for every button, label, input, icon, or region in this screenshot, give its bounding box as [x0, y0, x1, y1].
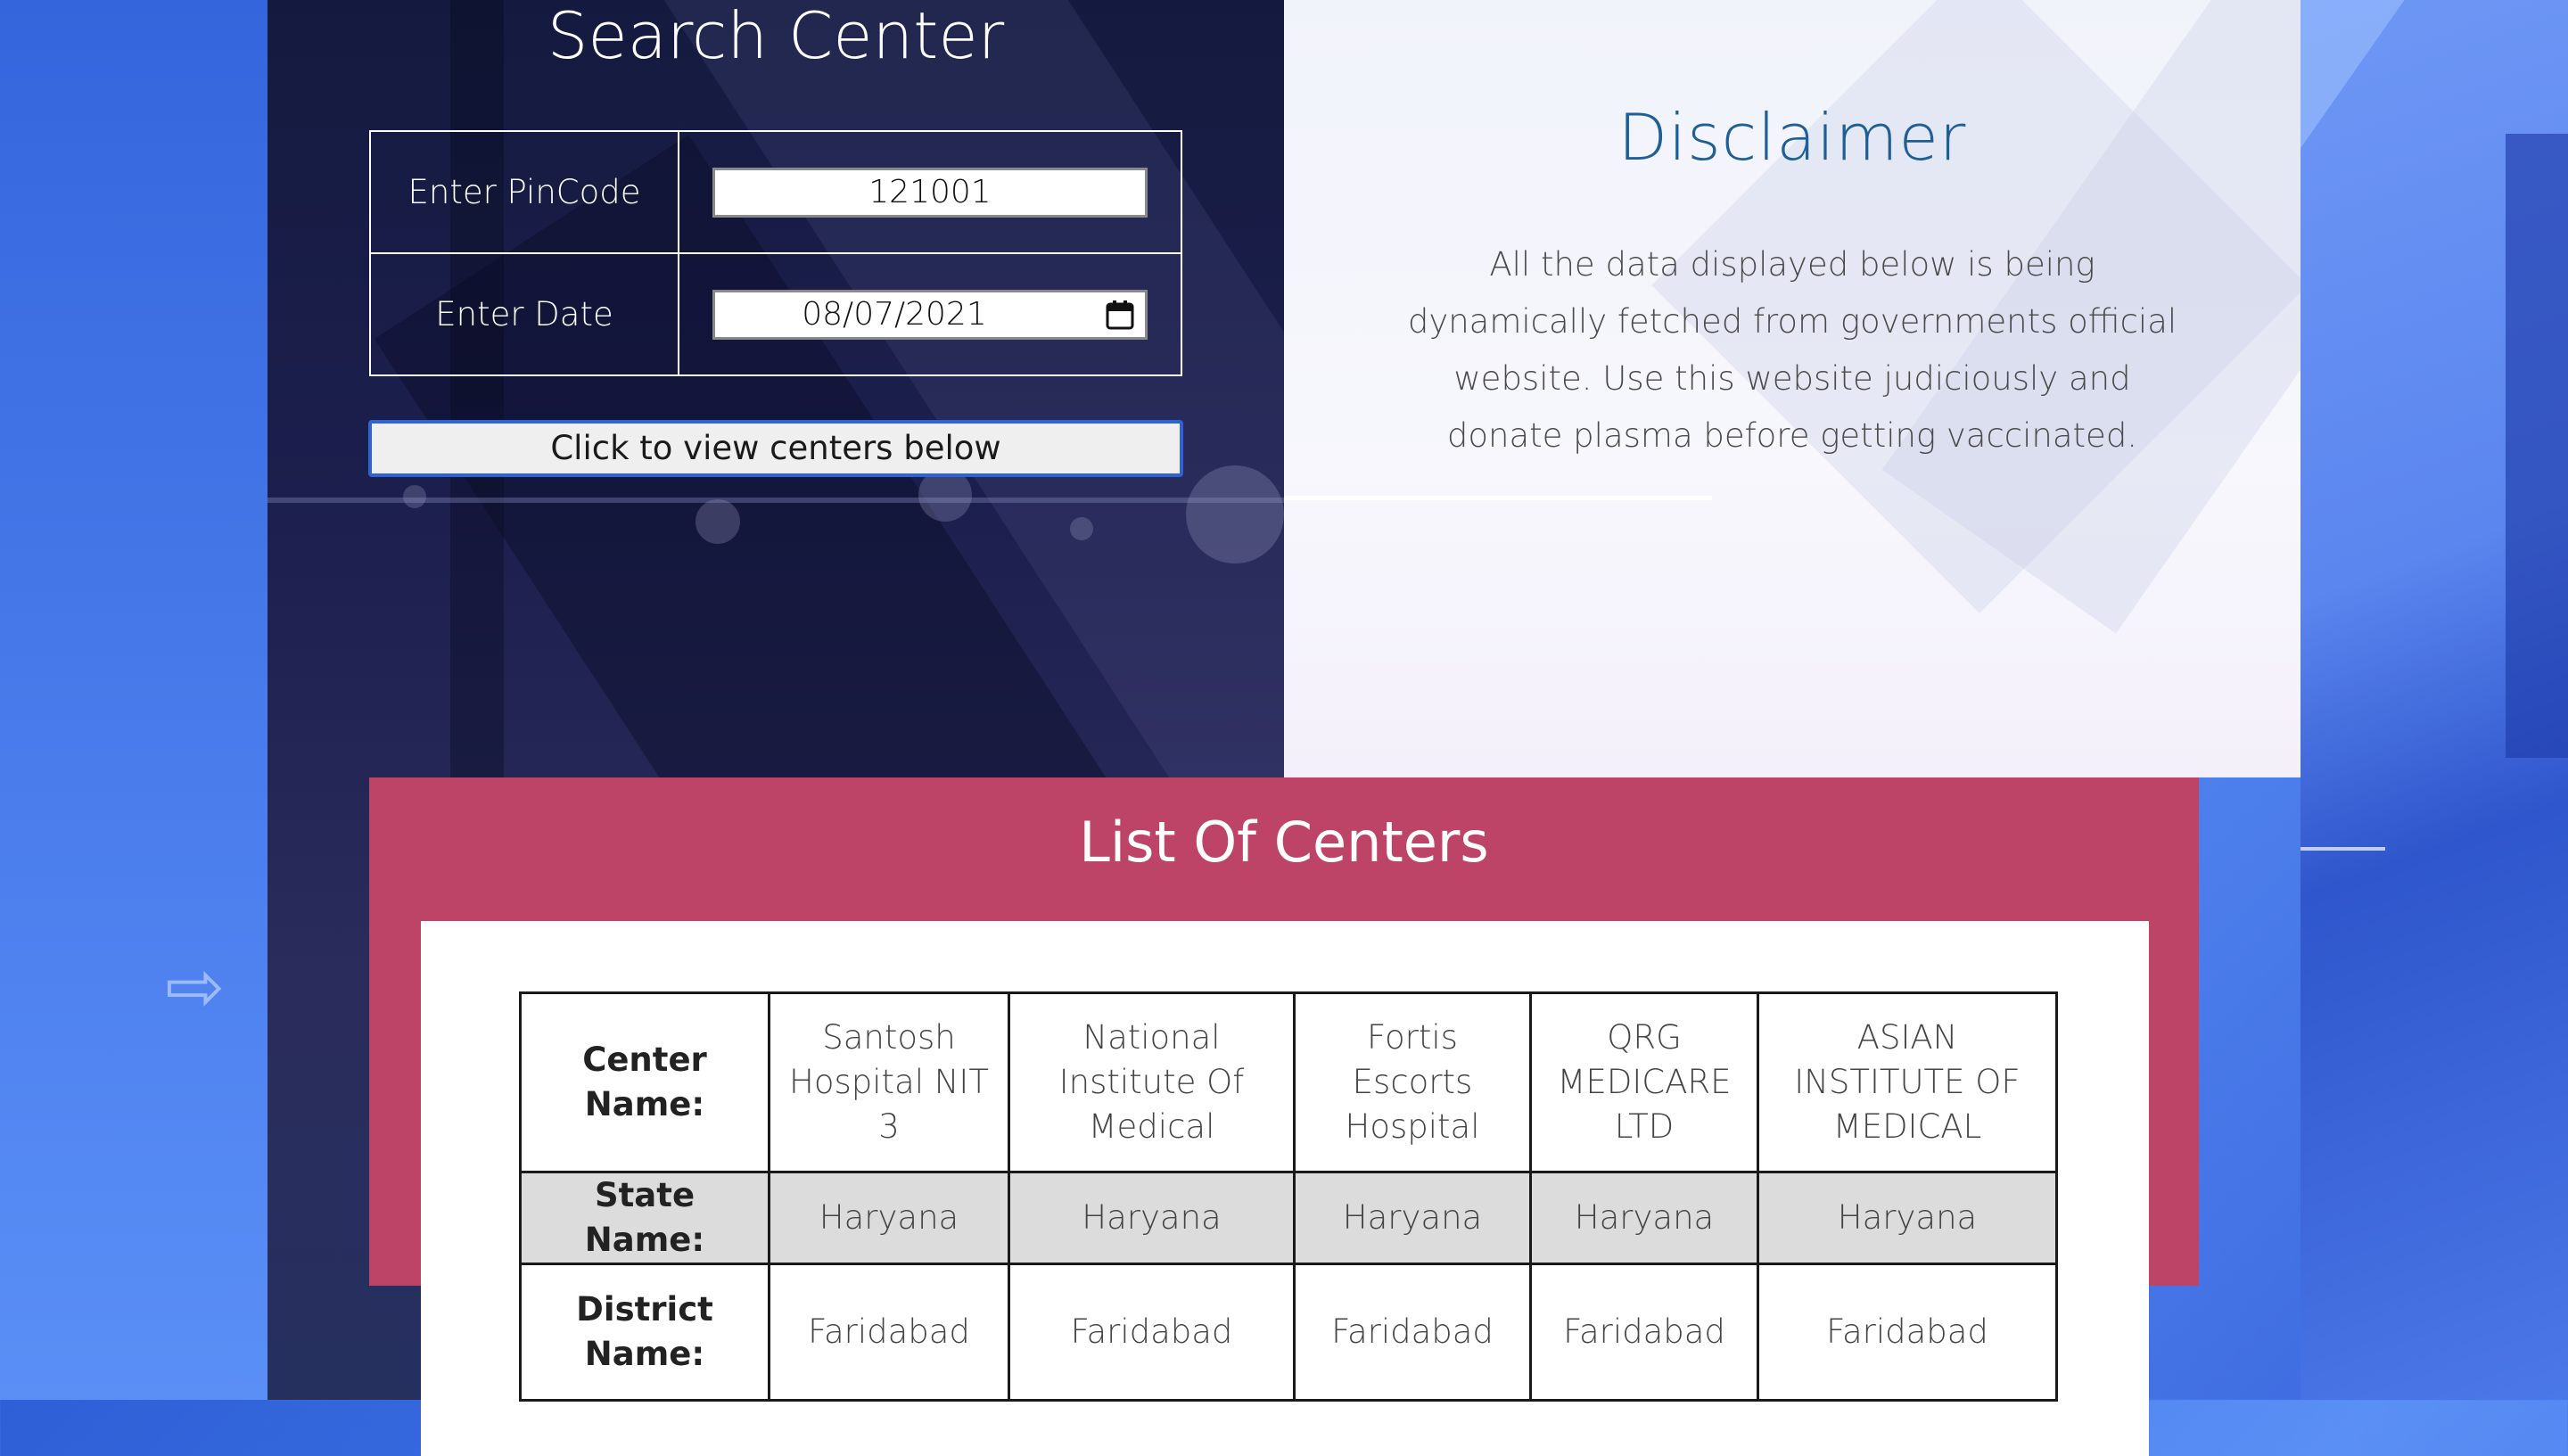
date-value: 08/07/2021: [802, 295, 987, 333]
table-cell: Fortis Escorts Hospital: [1293, 991, 1532, 1173]
pincode-input[interactable]: 121001: [712, 167, 1148, 218]
table-cell: Faridabad: [768, 1263, 1010, 1402]
table-cell: Haryana: [1757, 1171, 2058, 1265]
disclaimer-text: All the data displayed below is being dy…: [1407, 245, 2177, 455]
view-centers-button[interactable]: Click to view centers below: [368, 420, 1183, 477]
table-row: District Name: Faridabad Faridabad Farid…: [519, 1263, 2058, 1402]
table-row: State Name: Haryana Haryana Haryana Hary…: [519, 1171, 2058, 1265]
date-input[interactable]: 08/07/2021: [712, 289, 1148, 340]
table-cell: Haryana: [768, 1171, 1010, 1265]
centers-table: Center Name: Santosh Hospital NIT 3 Nati…: [519, 991, 2058, 1402]
table-cell: Faridabad: [1757, 1263, 2058, 1402]
table-cell: Haryana: [1008, 1171, 1296, 1265]
state-name-header: State Name:: [519, 1171, 770, 1265]
table-cell: Faridabad: [1008, 1263, 1296, 1402]
pincode-label: Enter PinCode: [369, 130, 679, 254]
table-cell: Haryana: [1293, 1171, 1532, 1265]
search-form: Enter PinCode 121001 Enter Date 08/07/20…: [369, 130, 1182, 376]
table-cell: Faridabad: [1293, 1263, 1532, 1402]
table-cell: Faridabad: [1529, 1263, 1759, 1402]
date-label: Enter Date: [369, 252, 679, 376]
date-cell: 08/07/2021: [678, 252, 1182, 376]
search-center-title: Search Center: [547, 0, 1005, 73]
pincode-cell: 121001: [678, 130, 1182, 254]
table-cell: Santosh Hospital NIT 3: [768, 991, 1010, 1173]
arrow-decoration-icon: ⇨: [165, 945, 226, 1028]
calendar-icon[interactable]: [1106, 300, 1134, 330]
background-left: [0, 0, 268, 1400]
table-row: Center Name: Santosh Hospital NIT 3 Nati…: [519, 991, 2058, 1173]
table-cell: Haryana: [1529, 1171, 1759, 1265]
center-name-header: Center Name:: [519, 991, 770, 1173]
table-cell: National Institute Of Medical: [1008, 991, 1296, 1173]
disclaimer-title: Disclaimer: [1617, 100, 1967, 175]
table-cell: QRG MEDICARE LTD: [1529, 991, 1759, 1173]
background-right: [2300, 0, 2568, 1400]
centers-title: List Of Centers: [1079, 810, 1489, 875]
table-cell: ASIAN INSTITUTE OF MEDICAL: [1757, 991, 2058, 1173]
district-name-header: District Name:: [519, 1263, 770, 1402]
